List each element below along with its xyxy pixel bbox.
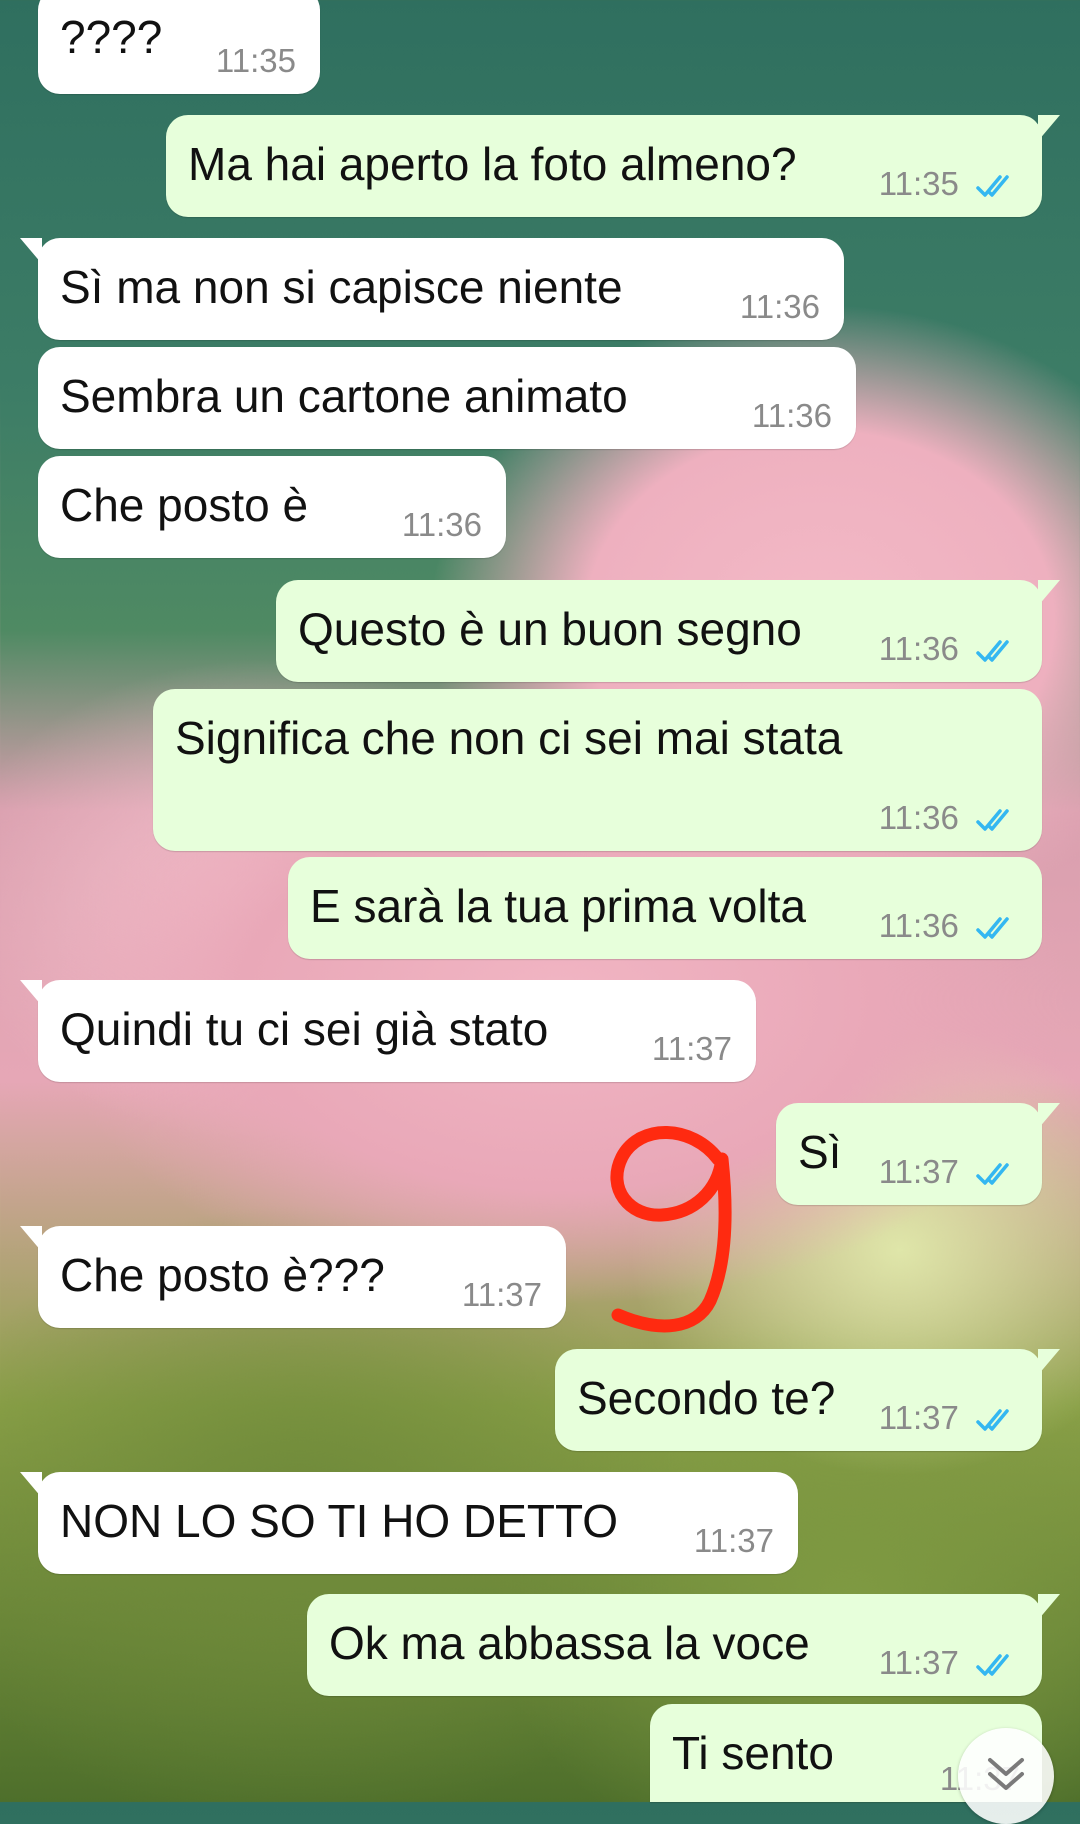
message-meta: 11:37 [879,1399,1020,1437]
message-text: Ma hai aperto la foto almeno? [188,138,797,190]
message-text: Significa che non ci sei mai stata [175,712,843,764]
bubble-tail [20,238,42,264]
message-bubble-outgoing[interactable]: Sì 11:37 [776,1103,1060,1205]
bubble-tail [20,1226,42,1252]
message-text: Che posto è??? [60,1249,385,1301]
message-time: 11:37 [651,1030,732,1067]
message-time: 11:37 [878,1399,959,1436]
message-time: 11:36 [878,799,959,836]
message-text: Ti sento [672,1727,834,1779]
message-text: Sì ma non si capisce niente [60,261,623,313]
message-meta: 11:36 [879,799,1020,837]
message-meta: 11:37 [879,1153,1020,1191]
double-check-icon [976,809,1009,832]
message-time: 11:36 [401,506,482,543]
double-chevron-down-icon [988,1758,1024,1790]
message-bubble-outgoing[interactable]: Ok ma abbassa la voce 11:37 [307,1594,1060,1696]
message-text: Sì [798,1126,842,1178]
message-time: 11:37 [461,1276,542,1313]
double-check-icon [976,1163,1009,1186]
message-meta: 11:36 [879,630,1020,668]
double-check-icon [976,175,1009,198]
bubble-tail [1038,1349,1060,1375]
message-bubble-incoming[interactable]: Sì ma non si capisce niente 11:36 [20,238,844,340]
message-text: NON LO SO TI HO DETTO [60,1495,619,1547]
message-bubble-outgoing[interactable]: E sarà la tua prima volta 11:36 [288,857,1042,959]
double-check-icon [976,917,1009,940]
message-meta: 11:36 [879,907,1020,945]
message-text: Che posto è [60,479,309,531]
message-text: Quindi tu ci sei già stato [60,1003,549,1055]
message-meta: 11:35 [879,165,1020,203]
message-bubble-incoming[interactable]: NON LO SO TI HO DETTO 11:37 [20,1472,798,1574]
double-check-icon [976,640,1009,663]
message-bubble-incoming[interactable]: Che posto è??? 11:37 [20,1226,566,1328]
message-text: Questo è un buon segno [298,603,802,655]
bubble-tail [1038,1103,1060,1129]
message-bubble-incoming[interactable]: ???? 11:35 [38,0,320,94]
message-text: Ok ma abbassa la voce [329,1617,810,1669]
message-time: 11:37 [693,1522,774,1559]
message-time: 11:37 [878,1153,959,1190]
bubble-tail [20,1472,42,1498]
message-text: ???? [60,11,163,63]
message-meta: 11:37 [879,1644,1020,1682]
message-bubble-incoming[interactable]: Che posto è 11:36 [38,456,506,558]
double-check-icon [976,1654,1009,1677]
bubble-tail [20,980,42,1006]
message-time: 11:37 [878,1644,959,1681]
message-bubble-outgoing[interactable]: Significa che non ci sei mai stata 11:36 [153,689,1042,851]
bubble-tail [1038,1594,1060,1620]
message-text: Sembra un cartone animato [60,370,628,422]
message-text: Secondo te? [577,1372,836,1424]
message-bubble-incoming[interactable]: Quindi tu ci sei già stato 11:37 [20,980,756,1082]
message-time: 11:35 [878,165,959,202]
double-check-icon [976,1409,1009,1432]
message-bubble-incoming[interactable]: Sembra un cartone animato 11:36 [38,347,856,449]
message-text: E sarà la tua prima volta [310,880,807,932]
message-bubble-outgoing[interactable]: Questo è un buon segno 11:36 [276,580,1060,682]
message-time: 11:36 [878,907,959,944]
message-time: 11:36 [751,397,832,434]
message-bubble-outgoing[interactable]: Secondo te? 11:37 [555,1349,1060,1451]
message-bubble-outgoing[interactable]: Ma hai aperto la foto almeno? 11:35 [166,115,1060,217]
message-time: 11:36 [739,288,820,325]
message-time: 11:35 [215,42,296,79]
scroll-to-bottom-button[interactable] [958,1728,1054,1824]
message-time: 11:36 [878,630,959,667]
bubble-tail [1038,580,1060,606]
bubble-tail [1038,115,1060,141]
handwritten-nine-annotation [610,1126,732,1333]
